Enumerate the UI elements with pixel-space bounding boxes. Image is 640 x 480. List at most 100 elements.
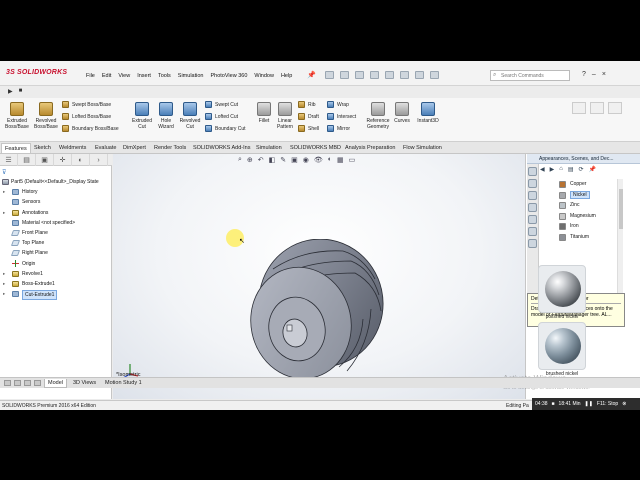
display-manager-icon[interactable]: ◐ (72, 154, 90, 166)
close-icon[interactable]: × (602, 71, 606, 78)
tree-item-part[interactable]: Part5 (Default<<Default>_Display State (0, 177, 112, 187)
list-item-copper[interactable]: Copper (556, 179, 626, 190)
appearance-list-scrollbar[interactable] (617, 179, 623, 293)
hide-show-icon[interactable]: 👁 (314, 156, 323, 164)
tab-3d-views[interactable]: 3D Views (70, 379, 99, 388)
appearances-icon[interactable] (528, 215, 537, 224)
lofted-cut-button[interactable]: Lofted Cut (205, 112, 246, 121)
expand-icon[interactable]: ▸ (3, 187, 5, 197)
stop-shortcut[interactable]: F11: Stop (597, 401, 618, 407)
instant3d-button[interactable]: Instant3D (415, 102, 441, 124)
scrollbar-thumb[interactable] (619, 189, 623, 229)
fillet-button[interactable]: Fillet (255, 102, 273, 124)
shell-button[interactable]: Shell (298, 124, 319, 133)
boundary-boss-button[interactable]: Boundary Boss/Base (62, 124, 119, 133)
edit-appearance-icon[interactable]: ◐ (328, 156, 332, 164)
tree-item-history[interactable]: ▸ History (0, 187, 112, 197)
mirror-button[interactable]: Mirror (327, 124, 356, 133)
apply-scene-icon[interactable]: ▦ (337, 156, 344, 164)
draft-button[interactable]: Draft (298, 112, 319, 121)
intersect-button[interactable]: Intersect (327, 112, 356, 121)
search-input[interactable] (501, 72, 567, 80)
menu-help[interactable]: Help (281, 73, 292, 79)
section-view-icon[interactable]: ◧ (269, 156, 276, 164)
previous-view-icon[interactable]: ↶ (258, 156, 264, 164)
filter-icon[interactable]: ⊽ (2, 169, 6, 176)
dynamic-annotation-icon[interactable]: ✎ (280, 156, 286, 164)
tab-analysis-preparation[interactable]: Analysis Preparation (342, 143, 398, 153)
swatch-polished-nickel[interactable]: polished nickel (533, 265, 591, 323)
custom-properties-icon[interactable] (528, 227, 537, 236)
tab-render-tools[interactable]: Render Tools (151, 143, 189, 153)
select-icon[interactable] (400, 71, 409, 79)
swept-boss-button[interactable]: Swept Boss/Base (62, 100, 119, 109)
tab-dimxpert[interactable]: DimXpert (120, 143, 149, 153)
extruded-boss-button[interactable]: Extruded Boss/Base (4, 102, 30, 130)
add-folder-icon[interactable]: ▤ (568, 166, 574, 173)
list-item-zinc[interactable]: Zinc (556, 200, 626, 211)
list-item-nickel[interactable]: Nickel (556, 190, 626, 201)
view-orientation-icon[interactable]: ▣ (291, 156, 298, 164)
tree-item-material[interactable]: Material <not specified> (0, 218, 112, 228)
tree-item-right-plane[interactable]: Right Plane (0, 248, 112, 258)
pulley-model[interactable] (243, 239, 393, 394)
expand-icon[interactable]: ▸ (3, 269, 5, 279)
graphics-area[interactable]: ⌕ ⊕ ↶ ◧ ✎ ▣ ◉ 👁 ◐ ▦ ▭ ↖ *Isometric (113, 154, 525, 399)
tree-item-sensors[interactable]: Sensors (0, 197, 112, 207)
list-item-magnesium[interactable]: Magnesium (556, 211, 626, 222)
menu-view[interactable]: View (118, 73, 130, 79)
solidworks-forum-icon[interactable] (528, 239, 537, 248)
back-icon[interactable]: ◀ (540, 166, 545, 173)
zoom-area-icon[interactable]: ⊕ (247, 156, 253, 164)
configuration-manager-icon[interactable]: ▣ (36, 154, 54, 166)
curves-button[interactable]: Curves (393, 102, 411, 124)
rib-button[interactable]: Rib (298, 100, 319, 109)
pin-icon[interactable]: 📌 (589, 166, 596, 173)
view-settings-icon[interactable]: ▭ (349, 156, 356, 164)
revolved-cut-button[interactable]: Revolved Cut (178, 102, 202, 130)
resources-icon[interactable] (528, 167, 537, 176)
tab-motion-study-1[interactable]: Motion Study 1 (102, 379, 145, 388)
refresh-icon[interactable]: ⟳ (579, 166, 584, 173)
tree-item-annotations[interactable]: ▸ Annotations (0, 208, 112, 218)
save-icon[interactable] (355, 71, 364, 79)
tab-features[interactable]: Features (1, 143, 31, 153)
menu-insert[interactable]: Insert (137, 73, 151, 79)
tab-simulation[interactable]: Simulation (253, 143, 285, 153)
tree-item-top-plane[interactable]: Top Plane (0, 238, 112, 248)
menu-photoview[interactable]: PhotoView 360 (210, 73, 247, 79)
rebuild-icon[interactable] (415, 71, 424, 79)
new-icon[interactable] (325, 71, 334, 79)
dimxpert-icon[interactable]: ✛ (54, 154, 72, 166)
panel-icon-3[interactable] (608, 102, 622, 114)
home-icon[interactable]: ⌂ (559, 166, 563, 173)
first-tab-icon[interactable] (4, 380, 11, 386)
expand-icon[interactable]: ▸ (3, 289, 5, 299)
expand-arrow-icon[interactable]: › (90, 154, 108, 166)
view-palette-icon[interactable] (528, 203, 537, 212)
swatch-brushed-nickel[interactable]: brushed nickel (533, 322, 591, 380)
stop-icon[interactable]: ■ (19, 88, 23, 95)
tab-sketch[interactable]: Sketch (31, 143, 54, 153)
tab-weldments[interactable]: Weldments (56, 143, 89, 153)
list-item-titanium[interactable]: Titanium (556, 232, 626, 243)
tab-model[interactable]: Model (44, 379, 67, 388)
pin-icon[interactable]: 📌 (307, 71, 316, 79)
tab-flow-simulation[interactable]: Flow Simulation (400, 143, 445, 153)
boundary-cut-button[interactable]: Boundary Cut (205, 124, 246, 133)
lofted-boss-button[interactable]: Lofted Boss/Base (62, 112, 119, 121)
reference-geometry-button[interactable]: Reference Geometry (364, 102, 392, 130)
revolved-boss-button[interactable]: Revolved Boss/Base (32, 102, 60, 130)
panel-icon-2[interactable] (590, 102, 604, 114)
linear-pattern-button[interactable]: Linear Pattern (274, 102, 296, 130)
tree-item-boss-extrude1[interactable]: ▸ Boss-Extrude1 (0, 279, 112, 289)
help-icon[interactable]: ? (582, 71, 586, 78)
prev-tab-icon[interactable] (14, 380, 21, 386)
expand-icon[interactable]: ▸ (3, 279, 5, 289)
feature-tree-icon[interactable]: ☰ (0, 154, 18, 166)
swept-cut-button[interactable]: Swept Cut (205, 100, 246, 109)
forward-icon[interactable]: ▶ (550, 166, 555, 173)
zoom-to-fit-icon[interactable]: ⌕ (238, 156, 242, 164)
search-commands[interactable]: ⌕ (490, 70, 570, 81)
hole-wizard-button[interactable]: Hole Wizard (156, 102, 176, 130)
